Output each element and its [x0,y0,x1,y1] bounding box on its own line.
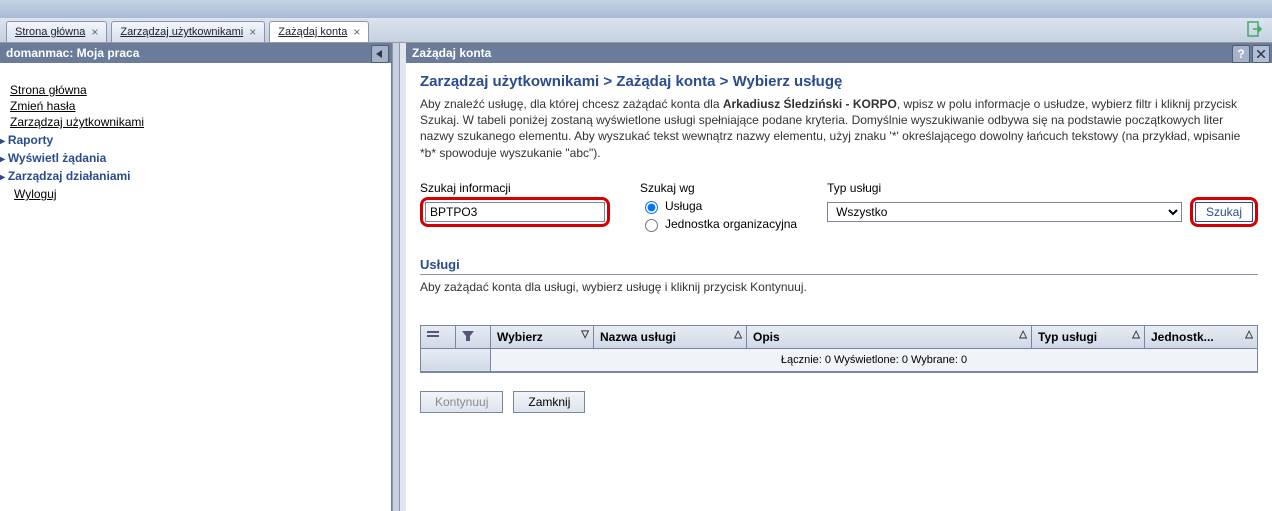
page-description: Aby znaleźć usługę, dla której chcesz za… [420,96,1258,161]
service-type-label: Typ usługi [827,181,1258,195]
sidebar-link-logout[interactable]: Wyloguj [14,187,57,201]
radio-orgunit[interactable]: Jednostka organizacyjna [640,216,797,232]
radio-service-input[interactable] [645,201,658,214]
sort-icon[interactable]: △ [1132,329,1140,340]
sidebar-link-change-password[interactable]: Zmień hasła [10,99,75,113]
sort-icon[interactable]: △ [1245,329,1253,340]
close-button[interactable]: Zamknij [513,391,585,413]
tab-label[interactable]: Strona główna [15,26,85,38]
search-info-label: Szukaj informacji [420,181,610,195]
close-panel-icon[interactable] [1252,45,1270,63]
close-icon[interactable]: × [353,26,360,38]
tab-home[interactable]: Strona główna × [6,21,107,42]
sidebar-list: Strona główna Zmień hasła Zarządzaj użyt… [0,75,391,209]
close-icon[interactable]: × [91,26,98,38]
col-label: Wybierz [497,330,543,344]
col-label: Opis [753,330,780,344]
search-by-label: Szukaj wg [640,181,797,195]
col-name[interactable]: Nazwa usługi △ [594,326,747,349]
col-type[interactable]: Typ usługi △ [1032,326,1145,349]
main-title: Zażądaj konta [412,46,491,60]
table-summary: Łącznie: 0 Wyświetlone: 0 Wybrane: 0 [491,348,1258,371]
collapse-icon[interactable] [371,45,389,63]
services-heading: Usługi [420,257,1258,275]
sidebar-title: domanmac: Moja praca [6,46,139,60]
main-panel: Zażądaj konta ? Zarządzaj użytkownikami … [406,43,1272,511]
col-label: Jednostk... [1151,330,1214,344]
col-desc[interactable]: Opis △ [747,326,1032,349]
table-tool-select[interactable] [421,326,456,349]
col-label: Nazwa usługi [600,330,676,344]
sidebar-header: domanmac: Moja praca [0,43,391,63]
app-topbar [0,0,1272,18]
search-form: Szukaj informacji Szukaj wg Usługa Jedno… [420,181,1258,233]
highlight-marker [420,197,610,227]
col-select[interactable]: Wybierz ▽ [491,326,594,349]
breadcrumb: Zarządzaj użytkownikami > Zażądaj konta … [420,73,1258,90]
close-icon[interactable]: × [249,26,256,38]
table-summary-row: Łącznie: 0 Wyświetlone: 0 Wybrane: 0 [421,348,1258,371]
sort-icon[interactable]: ▽ [581,329,589,340]
highlight-marker: Szukaj [1190,197,1258,227]
service-type-select[interactable]: Wszystko [827,202,1182,222]
tab-request-account[interactable]: Zażądaj konta × [269,21,369,42]
tab-label[interactable]: Zarządzaj użytkownikami [120,26,243,38]
services-subtitle: Aby zażądać konta dla usługi, wybierz us… [420,279,1258,295]
sidebar-section-actions[interactable]: Zarządzaj działaniami [0,169,131,183]
col-label: Typ usługi [1038,330,1097,344]
sidebar-link-home[interactable]: Strona główna [10,83,87,97]
sidebar-section-requests[interactable]: Wyświetl żądania [0,151,106,165]
radio-label: Jednostka organizacyjna [665,217,797,231]
radio-orgunit-input[interactable] [645,219,658,232]
radio-service[interactable]: Usługa [640,198,797,214]
radio-label: Usługa [665,199,702,213]
sidebar-section-reports[interactable]: Raporty [0,133,53,147]
sidebar: domanmac: Moja praca Strona główna Zmień… [0,43,392,511]
main-header: Zażądaj konta ? [406,43,1272,63]
col-unit[interactable]: Jednostk... △ [1145,326,1258,349]
search-input[interactable] [425,202,605,222]
desc-text: Aby znaleźć usługę, dla której chcesz za… [420,97,723,111]
exit-icon[interactable] [1246,20,1264,38]
search-button[interactable]: Szukaj [1195,202,1253,222]
sidebar-link-manage-users[interactable]: Zarządzaj użytkownikami [10,115,144,129]
table-tool-filter[interactable] [456,326,491,349]
help-icon[interactable]: ? [1232,45,1250,63]
tab-bar: Strona główna × Zarządzaj użytkownikami … [0,18,1272,43]
splitter[interactable] [392,43,400,511]
tab-manage-users[interactable]: Zarządzaj użytkownikami × [111,21,265,42]
results-table: Wybierz ▽ Nazwa usługi △ Opis △ Typ usługi △… [420,325,1258,373]
sort-icon[interactable]: △ [1019,329,1027,340]
continue-button: Kontynuuj [420,391,503,413]
sort-icon[interactable]: △ [734,329,742,340]
tab-label[interactable]: Zażądaj konta [278,26,347,38]
desc-user: Arkadiusz Śledziński - KORPO [723,97,897,111]
